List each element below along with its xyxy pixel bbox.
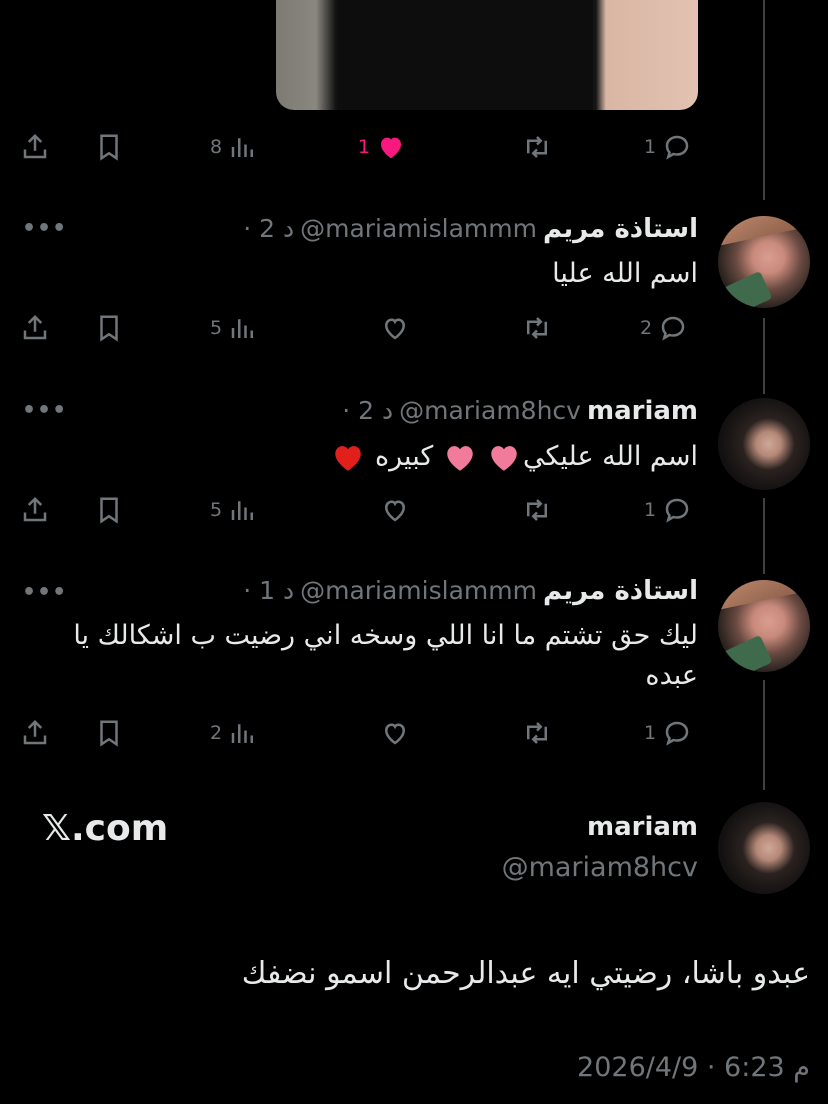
heart-icon [384,500,406,522]
share-icon [23,496,47,522]
tweet-text-start: اسم الله عليكي [522,441,698,472]
reply-button[interactable]: 1 [644,495,692,525]
more-options-icon[interactable]: ••• [22,216,67,241]
post-timestamp[interactable]: 2026/4/9 · 6:23 م [577,1052,810,1083]
retweet-button[interactable] [522,718,552,748]
bookmark-button[interactable] [94,132,124,162]
pink-heart-sticker [491,445,518,471]
bookmark-icon [100,497,118,524]
tweet-text: ليك حق تشتم ما انا اللي وسخه اني رضيت ب … [73,620,698,691]
pink-heart-sticker [447,445,473,471]
like-button[interactable]: 1 [358,132,406,162]
author-name[interactable]: استاذة مريم [543,214,698,244]
attached-photo[interactable] [276,0,698,110]
tweet-text: اسم الله عليكي كبيره [98,437,698,477]
thread-line [763,0,765,200]
views-count: 2 [210,722,223,744]
heart-icon [384,318,406,340]
reply-button[interactable]: 1 [644,718,692,748]
views-icon [231,138,254,157]
more-options-icon[interactable]: ••• [22,580,67,605]
bookmark-button[interactable] [94,313,124,343]
thread-line [763,318,765,394]
more-options-icon[interactable]: ••• [22,398,67,423]
share-button[interactable] [20,718,50,748]
retweet-button[interactable] [522,313,552,343]
avatar[interactable] [718,216,810,308]
bookmark-icon [100,134,118,161]
bookmark-icon [100,720,118,747]
views-button[interactable]: 8 [210,132,258,162]
like-button[interactable] [380,495,410,525]
share-button[interactable] [20,132,50,162]
author-name[interactable]: استاذة مريم [543,576,698,606]
replies-count: 2 [640,317,653,339]
retweet-icon [527,136,547,158]
retweet-button[interactable] [522,495,552,525]
retweet-icon [527,499,547,521]
share-icon [23,314,47,340]
views-icon [231,501,254,520]
bookmark-button[interactable] [94,495,124,525]
retweet-icon [527,317,547,339]
replies-count: 1 [644,499,657,521]
views-count: 8 [210,136,223,158]
avatar[interactable] [718,802,810,894]
reply-icon [665,135,689,160]
retweet-button[interactable] [522,132,552,162]
views-icon [231,724,254,743]
views-count: 5 [210,499,223,521]
tweet-text: اسم الله عليا [552,258,698,289]
retweet-icon [527,722,547,744]
replies-count: 1 [644,136,657,158]
like-button[interactable] [380,313,410,343]
timestamp[interactable]: · 2 د [342,396,393,425]
heart-filled-icon [381,137,402,159]
views-button[interactable]: 5 [210,495,258,525]
author-name[interactable]: mariam [587,812,698,842]
timestamp[interactable]: · 1 د [243,576,294,605]
views-count: 5 [210,317,223,339]
heart-icon [384,723,406,745]
author-handle[interactable]: @mariam8hcv [502,852,698,883]
reply-icon [661,316,685,341]
bookmark-icon [100,315,118,342]
reply-button[interactable]: 2 [640,313,688,343]
x-com-logo: 𝕏.com [42,808,169,849]
author-name[interactable]: mariam [587,396,698,426]
post-text: عبدو باشا، رضيتي ايه عبدالرحمن اسمو نضفك [241,956,810,991]
share-icon [23,719,47,745]
thread-line [763,498,765,574]
reply-icon [665,498,689,523]
reply-icon [665,721,689,746]
reply-button[interactable]: 1 [644,132,692,162]
share-icon [23,133,47,159]
red-heart-emoji [335,445,362,471]
replies-count: 1 [644,722,657,744]
avatar[interactable] [718,580,810,672]
tweet-text-end: كبيره [375,441,434,472]
thread-line [763,680,765,790]
author-handle[interactable]: @mariam8hcv [399,396,581,425]
author-handle[interactable]: @mariamislammm [300,214,537,243]
avatar[interactable] [718,398,810,490]
bookmark-button[interactable] [94,718,124,748]
share-button[interactable] [20,495,50,525]
author-handle[interactable]: @mariamislammm [300,576,537,605]
views-icon [231,319,254,338]
views-button[interactable]: 5 [210,313,258,343]
share-button[interactable] [20,313,50,343]
like-button[interactable] [380,718,410,748]
likes-count: 1 [358,136,371,158]
views-button[interactable]: 2 [210,718,258,748]
timestamp[interactable]: · 2 د [243,214,294,243]
